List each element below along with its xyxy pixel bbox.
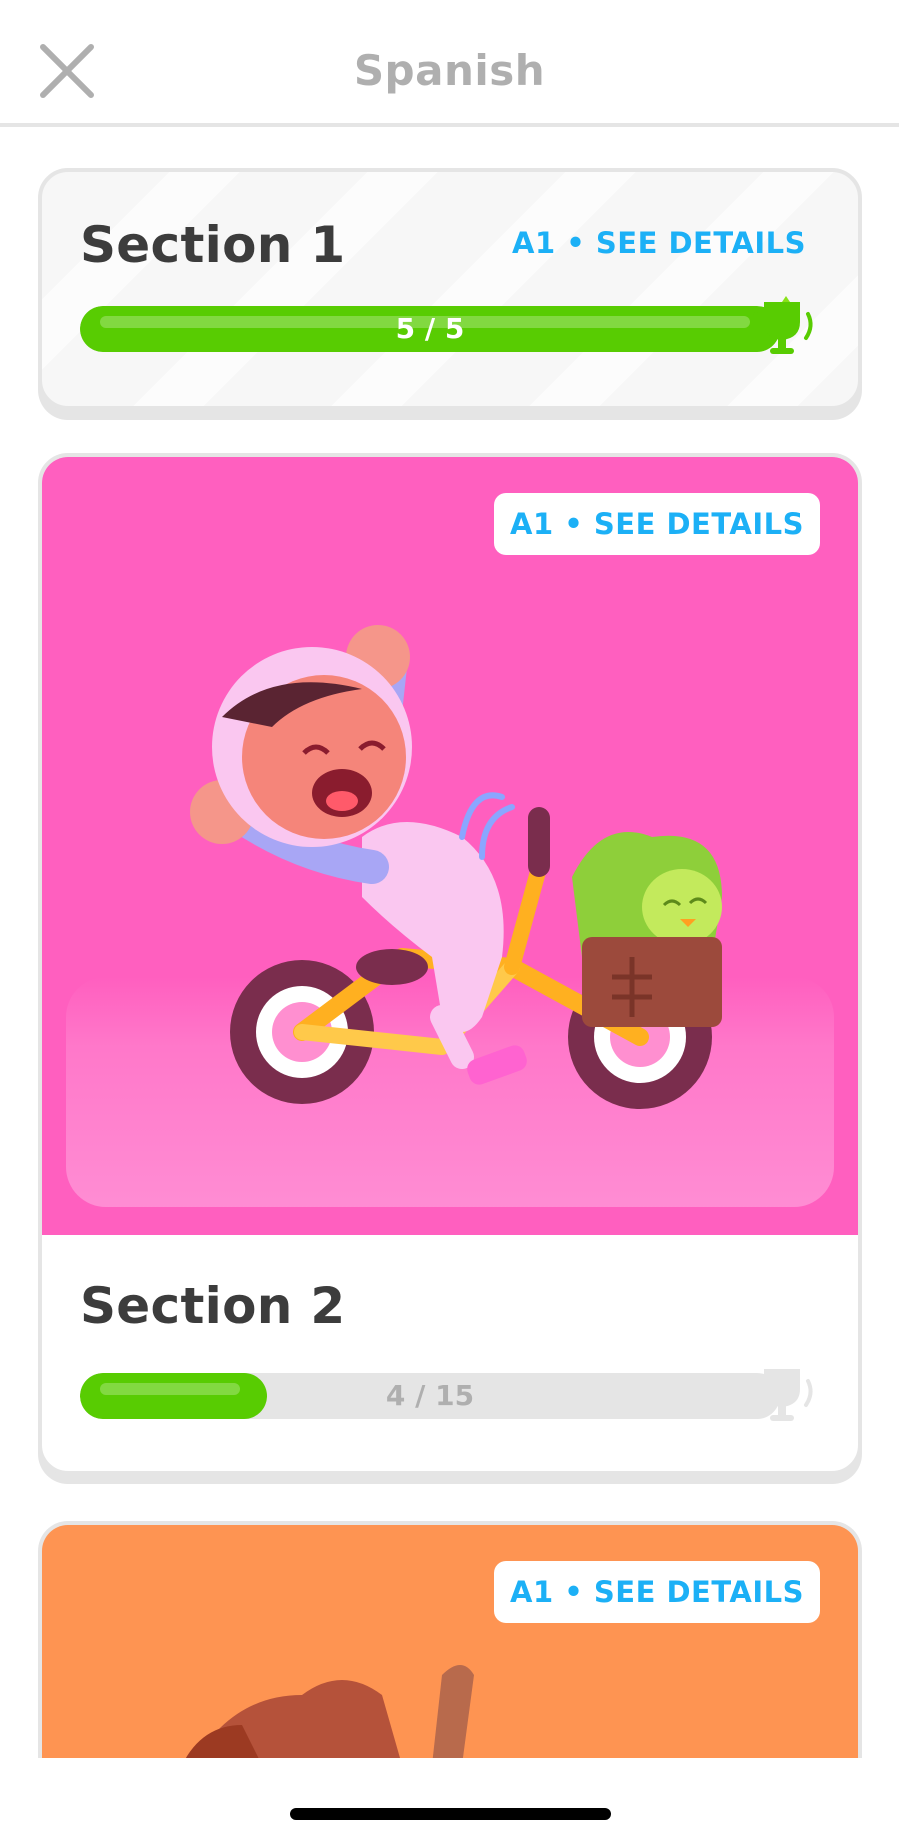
section-2-progress-bar: 4 / 15 [80, 1373, 780, 1419]
section-1-title: Section 1 [80, 216, 346, 274]
course-sections-screen: Spanish Section 1 A1 • SEE DETAILS 5 / 5 [0, 0, 899, 1840]
section-1-progress-bar: 5 / 5 [80, 306, 780, 352]
top-bar: Spanish [0, 0, 899, 127]
section-1-trophy-icon [746, 294, 818, 364]
page-title: Spanish [353, 46, 546, 95]
section-2-illustration: A1 • SEE DETAILS [42, 457, 858, 1235]
section-3-see-details-link[interactable]: A1 • SEE DETAILS [494, 1561, 820, 1623]
section-2-trophy-icon [746, 1361, 818, 1431]
section-2-progress-label: 4 / 15 [385, 1379, 475, 1412]
card-stripes [42, 172, 858, 406]
section-1-card[interactable]: Section 1 A1 • SEE DETAILS 5 / 5 [38, 168, 862, 410]
home-indicator [290, 1808, 611, 1820]
section-2-see-details-link[interactable]: A1 • SEE DETAILS [494, 493, 820, 555]
section-2-card[interactable]: A1 • SEE DETAILS Section 2 4 / 15 [38, 453, 862, 1475]
section-2-title: Section 2 [80, 1277, 346, 1335]
section-1-see-details-link[interactable]: A1 • SEE DETAILS [512, 226, 806, 260]
section-1-progress-label: 5 / 5 [395, 312, 465, 345]
bottom-safe-area [0, 1758, 899, 1840]
bicycle-rider-illustration [190, 625, 722, 1109]
